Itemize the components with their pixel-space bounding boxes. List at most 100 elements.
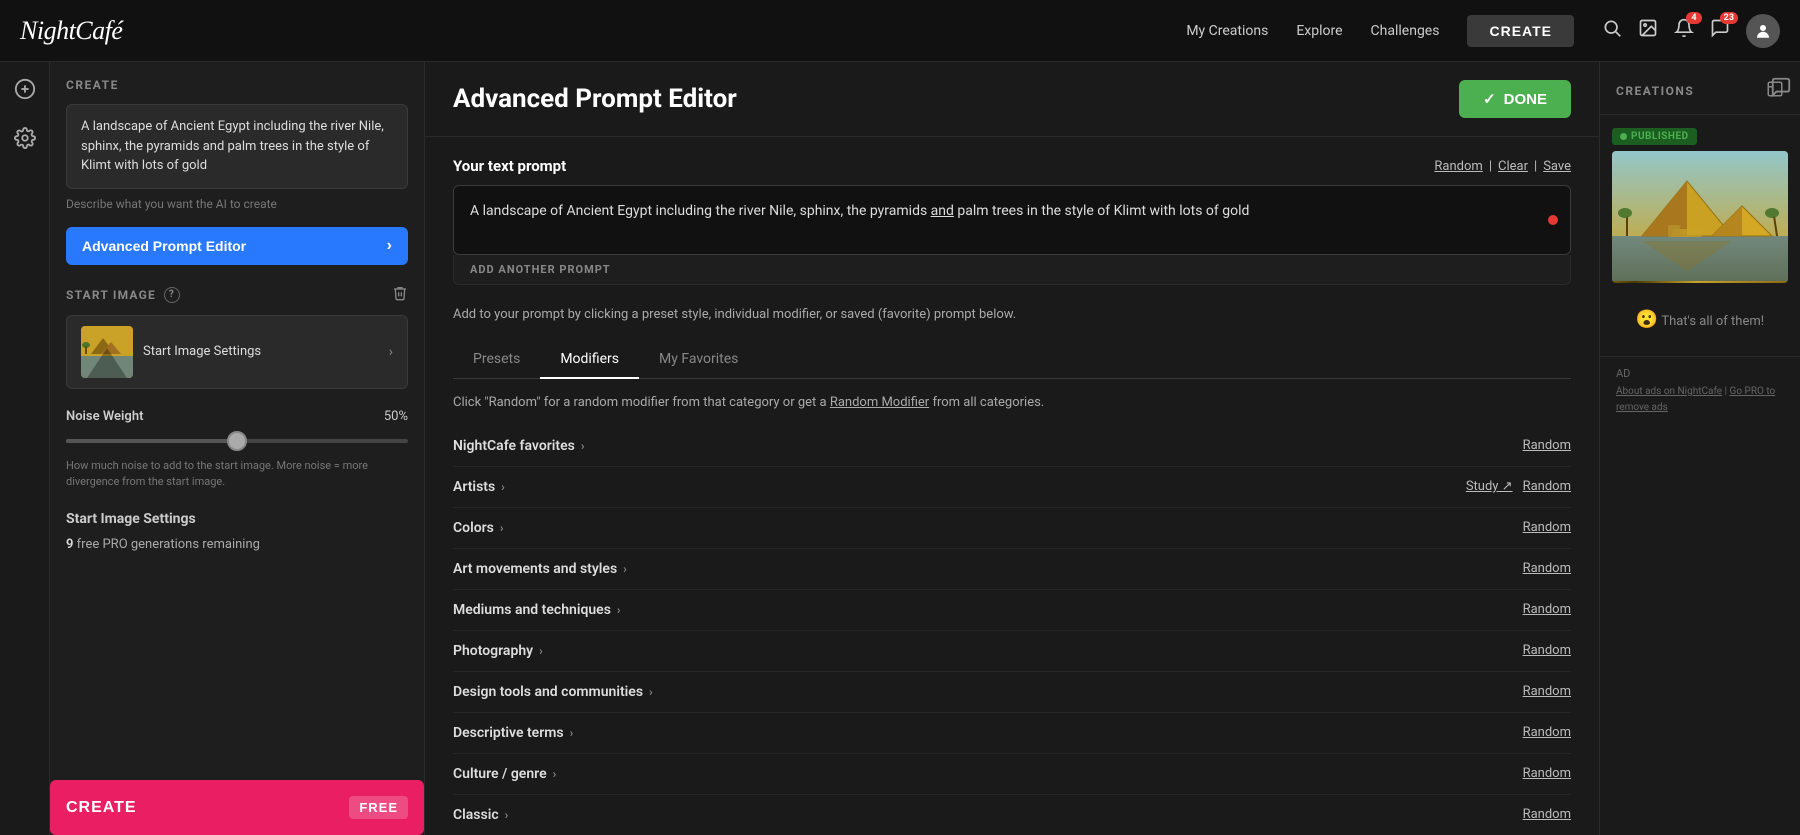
tabs: Presets Modifiers My Favorites: [453, 341, 1571, 379]
image-icon[interactable]: [1638, 18, 1658, 43]
tab-my-favorites[interactable]: My Favorites: [639, 341, 758, 379]
done-button[interactable]: ✓ DONE: [1459, 80, 1571, 118]
left-sidebar: CREATE A landscape of Ancient Egypt incl…: [50, 62, 425, 835]
random-link[interactable]: Random: [1434, 159, 1482, 174]
modifier-6-actions: Random: [1523, 684, 1571, 699]
left-strip-settings-icon[interactable]: [14, 127, 36, 154]
nav-explore[interactable]: Explore: [1296, 23, 1342, 39]
right-panel: CREATIONS PUBLISHED: [1600, 62, 1800, 835]
modifier-row: Culture / genre › Random: [453, 754, 1571, 795]
modifier-design-tools[interactable]: Design tools and communities ›: [453, 684, 653, 700]
modifier-row: Design tools and communities › Random: [453, 672, 1571, 713]
modifier-chevron-icon: ›: [570, 726, 574, 740]
topnav-right: My Creations Explore Challenges CREATE 4: [1186, 14, 1780, 48]
done-label: DONE: [1504, 91, 1547, 108]
modifier-chevron-icon: ›: [617, 603, 621, 617]
noise-weight-slider[interactable]: [66, 432, 408, 450]
notification-icon[interactable]: 4: [1674, 18, 1694, 43]
published-dot: [1620, 133, 1627, 140]
topnav: NightCafé My Creations Explore Challenge…: [0, 0, 1800, 62]
clear-link[interactable]: Clear: [1498, 159, 1528, 174]
modifier-nightcafe-favorites[interactable]: NightCafe favorites ›: [453, 438, 584, 454]
create-free-button[interactable]: CREATE FREE: [50, 780, 424, 835]
about-ads-link[interactable]: About ads on NightCafe: [1616, 386, 1722, 397]
prompt-preview[interactable]: A landscape of Ancient Egypt including t…: [66, 104, 408, 189]
modifier-photography[interactable]: Photography ›: [453, 643, 543, 659]
noise-weight-value: 50%: [384, 409, 408, 424]
editor-header: Advanced Prompt Editor ✓ DONE: [425, 62, 1599, 137]
left-strip-icons: [0, 62, 50, 835]
creation-card[interactable]: PUBLISHED: [1600, 115, 1800, 293]
left-strip-create-icon[interactable]: [14, 78, 36, 105]
start-image-chevron-icon: ›: [389, 344, 393, 360]
modifier-7-random[interactable]: Random: [1523, 725, 1571, 740]
help-icon[interactable]: ?: [164, 287, 180, 303]
sidebar-content: CREATE A landscape of Ancient Egypt incl…: [50, 62, 424, 780]
advanced-prompt-editor-button[interactable]: Advanced Prompt Editor ›: [66, 227, 408, 265]
modifier-colors[interactable]: Colors ›: [453, 520, 504, 536]
modifier-descriptive-terms[interactable]: Descriptive terms ›: [453, 725, 573, 741]
modifier-chevron-icon: ›: [539, 644, 543, 658]
modifier-3-actions: Random: [1523, 561, 1571, 576]
text-prompt-section: Your text prompt Random | Clear | Save A…: [453, 157, 1571, 285]
nav-challenges[interactable]: Challenges: [1371, 23, 1440, 39]
add-another-prompt-button[interactable]: ADD ANOTHER PROMPT: [453, 255, 1571, 285]
prompt-cursor-dot: [1548, 215, 1558, 225]
modifier-row: Art movements and styles › Random: [453, 549, 1571, 590]
published-badge: PUBLISHED: [1612, 128, 1697, 145]
modifier-3-random[interactable]: Random: [1523, 561, 1571, 576]
avatar[interactable]: [1746, 14, 1780, 48]
generations-count: 9: [66, 537, 73, 552]
editor-title: Advanced Prompt Editor: [453, 84, 737, 114]
right-panel-title: CREATIONS: [1616, 84, 1694, 98]
modifier-1-study[interactable]: Study ↗: [1466, 479, 1513, 494]
done-checkmark-icon: ✓: [1483, 90, 1496, 108]
modifier-mediums[interactable]: Mediums and techniques ›: [453, 602, 621, 618]
modifier-0-actions: Random: [1523, 438, 1571, 453]
trash-icon[interactable]: [392, 285, 408, 305]
creation-image[interactable]: [1612, 151, 1788, 283]
tab-modifiers[interactable]: Modifiers: [540, 341, 639, 379]
modifier-artists[interactable]: Artists ›: [453, 479, 505, 495]
start-image-thumbnail: [81, 326, 133, 378]
random-modifier-link[interactable]: Random Modifier: [830, 395, 929, 410]
modifier-6-random[interactable]: Random: [1523, 684, 1571, 699]
modifier-2-actions: Random: [1523, 520, 1571, 535]
free-tag: FREE: [349, 796, 408, 819]
slider-fill: [66, 439, 237, 443]
editor-body: Your text prompt Random | Clear | Save A…: [425, 137, 1599, 835]
modifier-1-random[interactable]: Random: [1523, 479, 1571, 494]
chat-icon-area[interactable]: [1770, 76, 1792, 102]
modifier-culture-genre[interactable]: Culture / genre ›: [453, 766, 556, 782]
modifier-chevron-icon: ›: [581, 439, 585, 453]
modifier-4-random[interactable]: Random: [1523, 602, 1571, 617]
prompt-hint: Describe what you want the AI to create: [66, 197, 408, 211]
nav-my-creations[interactable]: My Creations: [1186, 23, 1268, 39]
text-prompt-title: Your text prompt: [453, 157, 566, 175]
modifier-7-actions: Random: [1523, 725, 1571, 740]
modifier-9-actions: Random: [1523, 807, 1571, 822]
modifier-row: Descriptive terms › Random: [453, 713, 1571, 754]
topnav-create-button[interactable]: CREATE: [1467, 15, 1574, 47]
modifier-9-random[interactable]: Random: [1523, 807, 1571, 822]
modifier-2-random[interactable]: Random: [1523, 520, 1571, 535]
modifier-5-random[interactable]: Random: [1523, 643, 1571, 658]
messages-icon[interactable]: 23: [1710, 18, 1730, 43]
modifier-8-random[interactable]: Random: [1523, 766, 1571, 781]
prompt-text: A landscape of Ancient Egypt including t…: [470, 200, 1554, 222]
start-image-settings-box[interactable]: Start Image Settings ›: [66, 315, 408, 389]
search-icon[interactable]: [1602, 18, 1622, 43]
tab-presets[interactable]: Presets: [453, 341, 540, 379]
save-link[interactable]: Save: [1543, 159, 1571, 174]
main-layout: CREATE A landscape of Ancient Egypt incl…: [0, 62, 1800, 835]
slider-thumb[interactable]: [227, 431, 247, 451]
modifier-row: Colors › Random: [453, 508, 1571, 549]
modifier-art-movements[interactable]: Art movements and styles ›: [453, 561, 627, 577]
start-image-label: START IMAGE: [66, 288, 156, 302]
logo: NightCafé: [20, 16, 122, 46]
modifier-classic[interactable]: Classic ›: [453, 807, 508, 823]
modifier-row: Photography › Random: [453, 631, 1571, 672]
random-modifier-info: Click "Random" for a random modifier fro…: [453, 395, 1571, 410]
prompt-textarea-wrapper[interactable]: A landscape of Ancient Egypt including t…: [453, 185, 1571, 255]
modifier-0-random[interactable]: Random: [1523, 438, 1571, 453]
